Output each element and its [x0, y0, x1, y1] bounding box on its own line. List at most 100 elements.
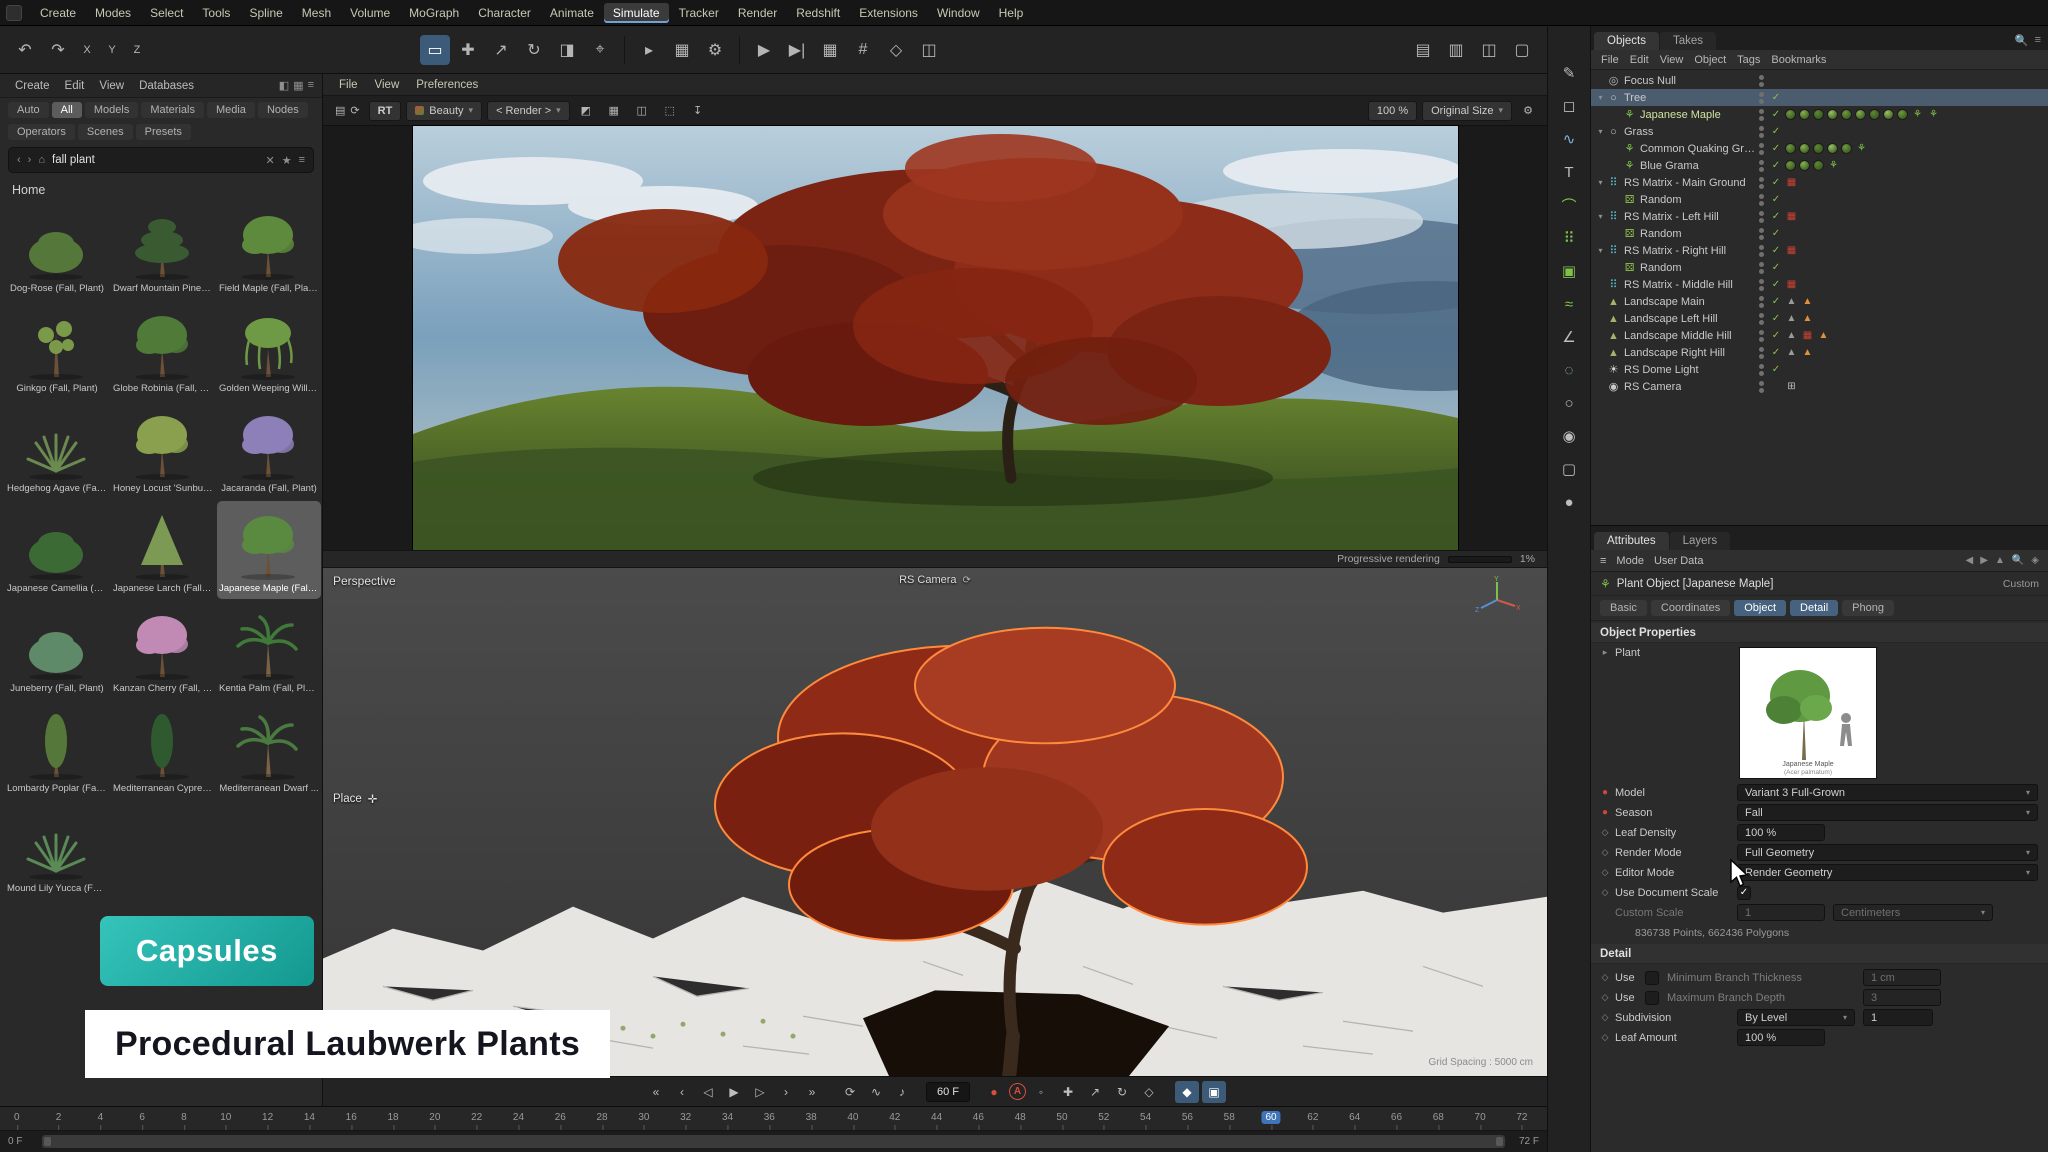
object-row[interactable]: ▲Landscape Left Hill✓▲▲ — [1591, 310, 2048, 327]
om-menu-edit[interactable]: Edit — [1630, 54, 1649, 66]
object-row[interactable]: ☀RS Dome Light✓ — [1591, 361, 2048, 378]
material-swatch[interactable] — [1785, 143, 1796, 154]
next-key-icon[interactable]: › — [774, 1081, 798, 1103]
material-swatch[interactable] — [1813, 109, 1824, 120]
visibility-dots-icon[interactable] — [1759, 330, 1764, 342]
plant-preview-thumbnail[interactable]: Japanese Maple (Acer palmatum) — [1739, 647, 1877, 779]
range-end-label[interactable]: 72 F — [1513, 1136, 1539, 1147]
axis-lock-y[interactable]: Y — [101, 39, 123, 61]
material-swatch[interactable] — [1785, 160, 1796, 171]
section-tab-basic[interactable]: Basic — [1600, 600, 1647, 616]
nav-forward-icon[interactable]: ▶ — [1980, 555, 1988, 566]
split-ab-icon[interactable]: ◫ — [631, 100, 653, 122]
coordinate-system-icon[interactable]: ⌖ — [585, 35, 615, 65]
axis-gizmo[interactable]: X Y Z — [1473, 576, 1521, 624]
sub-parameter-field[interactable]: 1 cm — [1863, 969, 1941, 986]
enabled-check-icon[interactable]: ✓ — [1770, 330, 1782, 341]
object-row[interactable]: ⚘Blue Grama✓⚘ — [1591, 157, 2048, 174]
region-tool-icon[interactable]: ▢ — [1555, 456, 1583, 482]
visibility-dots-icon[interactable] — [1759, 347, 1764, 359]
range-start-label[interactable]: 0 F — [8, 1136, 34, 1147]
material-swatch[interactable] — [1897, 109, 1908, 120]
attribute-dropdown[interactable]: By Level — [1737, 1009, 1855, 1026]
tab-attributes[interactable]: Attributes — [1594, 532, 1669, 550]
material-swatch[interactable] — [1827, 109, 1838, 120]
leaf-tag-icon[interactable]: ⚘ — [1827, 160, 1840, 171]
timeline-frame-72[interactable]: 72 — [1512, 1111, 1531, 1124]
grid-icon[interactable]: ▦ — [815, 35, 845, 65]
visibility-dots-icon[interactable] — [1759, 228, 1764, 240]
object-row[interactable]: ▾⠿RS Matrix - Right Hill✓▦ — [1591, 242, 2048, 259]
menu-modes[interactable]: Modes — [86, 3, 140, 23]
place-tool-hud[interactable]: Place✛ — [333, 792, 377, 806]
expand-caret-icon[interactable]: ▾ — [1595, 246, 1606, 255]
timeline-frame-50[interactable]: 50 — [1052, 1111, 1071, 1124]
poly-tag-icon[interactable]: ▲ — [1785, 330, 1798, 341]
range-handle-right[interactable] — [1496, 1137, 1503, 1146]
asset-item[interactable]: Kanzan Cherry (Fall, Pl... — [111, 601, 215, 699]
asset-item[interactable]: Dwarf Mountain Pine (... — [111, 201, 215, 299]
menu-render[interactable]: Render — [729, 3, 786, 23]
axis-lock-x[interactable]: X — [76, 39, 98, 61]
search-icon[interactable]: 🔍 — [2015, 34, 2029, 47]
pen-tool-icon[interactable]: ✎ — [1555, 60, 1583, 86]
timeline-ruler[interactable]: 0246810121416182022242628303234363840424… — [0, 1107, 1547, 1131]
viewport-view-menu[interactable]: Perspective — [333, 574, 396, 588]
timeline-frame-62[interactable]: 62 — [1303, 1111, 1322, 1124]
category-presets[interactable]: Presets — [136, 124, 191, 140]
timeline-frame-44[interactable]: 44 — [927, 1111, 946, 1124]
visibility-dots-icon[interactable] — [1759, 364, 1764, 376]
menu-volume[interactable]: Volume — [341, 3, 399, 23]
enabled-check-icon[interactable]: ✓ — [1770, 364, 1782, 375]
redshift-tag-icon[interactable]: ▦ — [1785, 279, 1798, 290]
object-row[interactable]: ⚄Random✓ — [1591, 191, 2048, 208]
visibility-dots-icon[interactable] — [1759, 177, 1764, 189]
timeline-frame-42[interactable]: 42 — [885, 1111, 904, 1124]
scale-tool-icon[interactable]: ↗ — [486, 35, 516, 65]
camera-cycle-icon[interactable]: ⟳ — [963, 575, 971, 586]
material-swatch[interactable] — [1869, 109, 1880, 120]
render-canvas[interactable] — [323, 126, 1547, 550]
record-position-icon[interactable]: ✚ — [1056, 1081, 1080, 1103]
enabled-check-icon[interactable]: ✓ — [1770, 245, 1782, 256]
record-parameter-icon[interactable]: ◇ — [1137, 1081, 1161, 1103]
grid-icon[interactable]: ▦ — [603, 100, 625, 122]
redshift-tag-icon[interactable]: ▦ — [1785, 211, 1798, 222]
attribute-field[interactable]: 1 — [1863, 1009, 1933, 1026]
timeline-frame-68[interactable]: 68 — [1429, 1111, 1448, 1124]
timeline-frame-12[interactable]: 12 — [258, 1111, 277, 1124]
zoom-field[interactable]: 100 % — [1368, 101, 1417, 121]
lock-icon[interactable]: ◈ — [2031, 555, 2039, 566]
timeline-frame-22[interactable]: 22 — [467, 1111, 486, 1124]
poly-tag-icon[interactable]: ▲ — [1785, 313, 1798, 324]
parameter-diamond-icon[interactable]: ◇ — [1595, 1012, 1615, 1023]
om-menu-view[interactable]: View — [1660, 54, 1684, 66]
enabled-check-icon[interactable]: ✓ — [1770, 347, 1782, 358]
tracer-icon[interactable]: ≈ — [1555, 291, 1583, 317]
ramp-icon[interactable]: ∿ — [864, 1081, 888, 1103]
object-row[interactable]: ▾○Grass✓ — [1591, 123, 2048, 140]
timeline-frame-24[interactable]: 24 — [509, 1111, 528, 1124]
asset-item[interactable]: Field Maple (Fall, Plant) — [217, 201, 321, 299]
timeline-frame-4[interactable]: 4 — [94, 1111, 108, 1124]
simulate-play-icon[interactable]: ▶ — [749, 35, 779, 65]
object-row[interactable]: ⚄Random✓ — [1591, 259, 2048, 276]
measure-icon[interactable]: ∠ — [1555, 324, 1583, 350]
range-handle-left[interactable] — [44, 1137, 51, 1146]
axis-lock-z[interactable]: Z — [126, 39, 148, 61]
asset-item[interactable]: Hedgehog Agave (Fall... — [5, 401, 109, 499]
quantize-key-icon[interactable]: ▣ — [1202, 1081, 1226, 1103]
nav-up-icon[interactable]: ▲ — [1995, 555, 2005, 566]
visibility-dots-icon[interactable] — [1759, 313, 1764, 325]
filter-auto[interactable]: Auto — [8, 102, 49, 118]
timeline-frame-54[interactable]: 54 — [1136, 1111, 1155, 1124]
poly-tag-icon[interactable]: ▲ — [1785, 296, 1798, 307]
om-menu-object[interactable]: Object — [1694, 54, 1726, 66]
simulate-step-icon[interactable]: ▶| — [782, 35, 812, 65]
timeline-frame-64[interactable]: 64 — [1345, 1111, 1364, 1124]
viewport-camera-label[interactable]: RS Camera⟳ — [899, 574, 971, 586]
redshift-tag-icon[interactable]: ▦ — [1785, 245, 1798, 256]
leaf-tag-icon[interactable]: ⚘ — [1855, 143, 1868, 154]
prev-frame-icon[interactable]: ◁ — [696, 1081, 720, 1103]
section-tab-coordinates[interactable]: Coordinates — [1651, 600, 1730, 616]
